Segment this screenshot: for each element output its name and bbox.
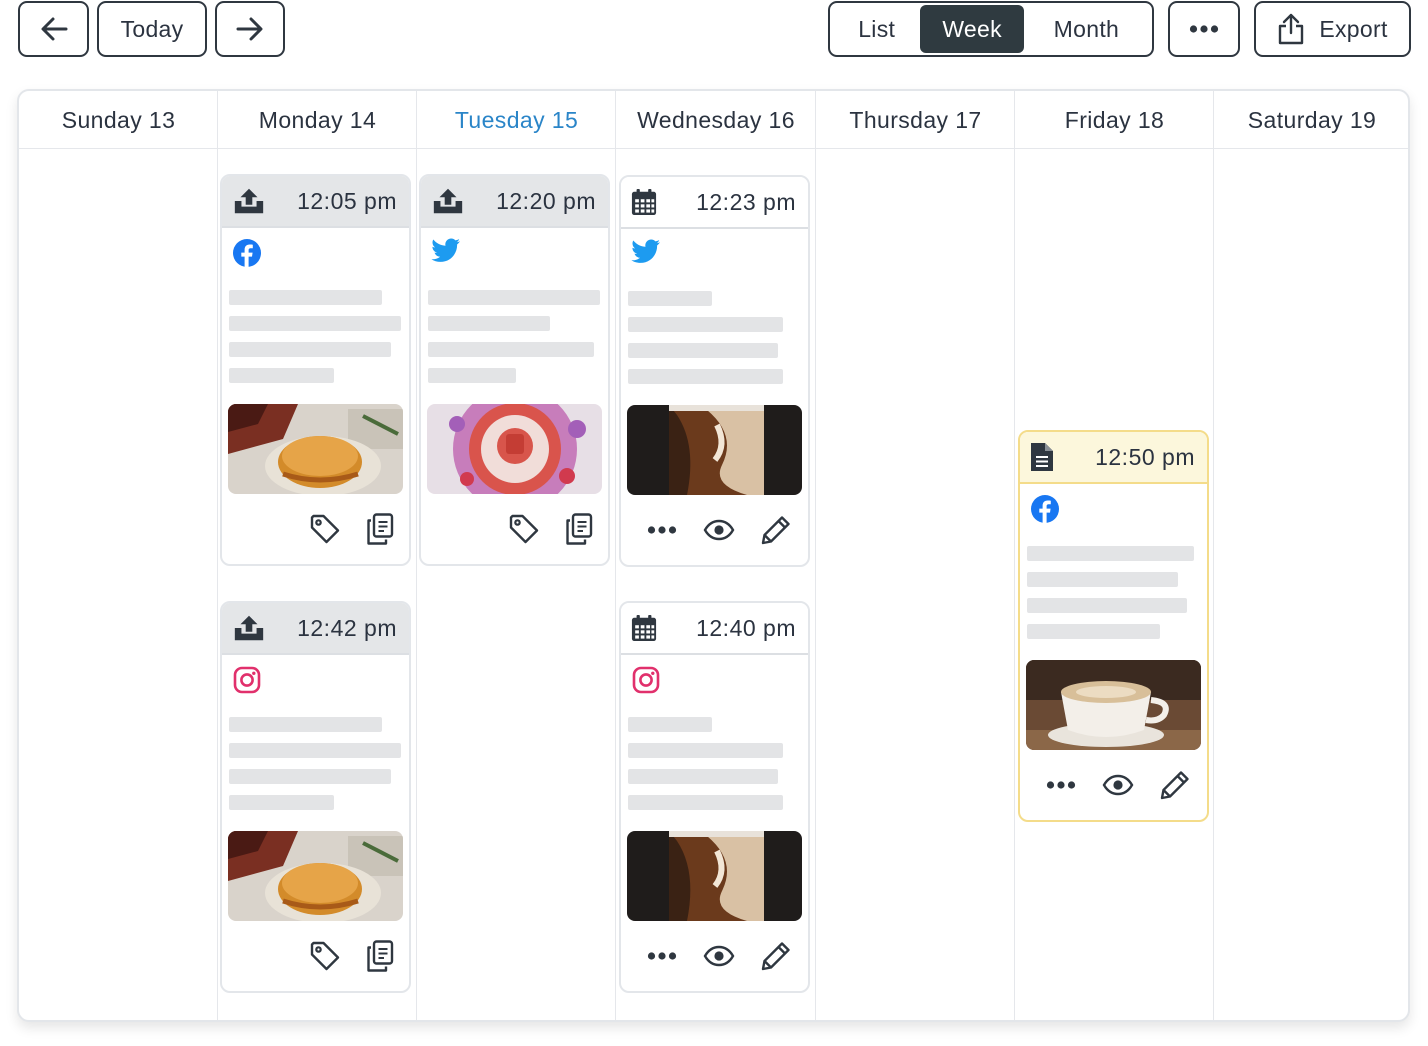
- post-time: 12:42 pm: [297, 614, 397, 641]
- preview-eye-icon[interactable]: [1102, 774, 1134, 796]
- post-image-strawberry-drink: [427, 404, 602, 494]
- post-card-draft[interactable]: 12:50 pm: [1018, 430, 1209, 822]
- post-time: 12:05 pm: [297, 187, 397, 214]
- day-header-friday: Friday 18: [1064, 106, 1165, 133]
- day-header-saturday: Saturday 19: [1247, 106, 1377, 133]
- post-card-header: 12:40 pm: [621, 603, 808, 655]
- arrow-left-icon: [41, 17, 67, 41]
- post-card-header: 12:20 pm: [421, 176, 608, 228]
- post-card-header: 12:42 pm: [222, 603, 409, 655]
- published-upload-icon: [431, 186, 465, 216]
- post-text-placeholder: [1020, 538, 1207, 660]
- tag-icon[interactable]: [309, 513, 341, 545]
- instagram-icon: [232, 665, 262, 695]
- post-card[interactable]: 12:40 pm: [619, 601, 810, 993]
- twitter-icon: [431, 238, 461, 264]
- next-week-button[interactable]: [215, 1, 285, 57]
- post-card[interactable]: 12:42 pm: [220, 601, 411, 993]
- share-upload-icon: [1279, 13, 1304, 45]
- day-column-thursday: [816, 91, 1015, 1020]
- day-header-row: Sunday 13 Monday 14 Tuesday 15 Wednesday…: [19, 91, 1408, 149]
- twitter-icon: [631, 239, 661, 265]
- ellipsis-icon[interactable]: [647, 525, 677, 535]
- edit-pencil-icon[interactable]: [1159, 769, 1191, 801]
- calendar-scheduled-icon: [631, 614, 657, 642]
- view-switcher: List Week Month: [828, 1, 1154, 57]
- tag-icon[interactable]: [508, 513, 540, 545]
- view-week-tab[interactable]: Week: [920, 5, 1024, 53]
- week-calendar: Sunday 13 Monday 14 Tuesday 15 Wednesday…: [17, 89, 1410, 1022]
- duplicate-icon[interactable]: [365, 940, 395, 972]
- tag-icon[interactable]: [309, 940, 341, 972]
- day-header-thursday: Thursday 17: [849, 106, 982, 133]
- day-header-wednesday: Wednesday 16: [637, 106, 795, 133]
- ellipsis-icon[interactable]: [1046, 780, 1076, 790]
- day-column-sunday: [19, 91, 218, 1020]
- instagram-icon: [631, 665, 661, 695]
- post-text-placeholder: [222, 709, 409, 831]
- day-header-monday: Monday 14: [258, 106, 377, 133]
- post-card[interactable]: 12:05 pm: [220, 174, 411, 566]
- post-image-sandwich: [228, 404, 403, 494]
- edit-pencil-icon[interactable]: [760, 940, 792, 972]
- today-label: Today: [120, 15, 184, 42]
- post-image-iced-coffee: [627, 831, 802, 921]
- arrow-right-icon: [236, 17, 263, 41]
- post-card-header: 12:23 pm: [621, 177, 808, 229]
- calendar-scheduled-icon: [631, 188, 657, 216]
- post-time: 12:40 pm: [696, 614, 796, 641]
- ellipsis-icon[interactable]: [647, 951, 677, 961]
- day-header-tuesday-today: Tuesday 15: [454, 106, 579, 133]
- post-text-placeholder: [621, 709, 808, 831]
- post-card[interactable]: 12:23 pm: [619, 175, 810, 567]
- published-upload-icon: [232, 613, 266, 643]
- export-label: Export: [1319, 15, 1388, 42]
- facebook-icon: [232, 238, 262, 268]
- day-header-sunday: Sunday 13: [61, 106, 176, 133]
- post-time: 12:23 pm: [696, 188, 796, 215]
- ellipsis-icon: [1189, 24, 1219, 34]
- post-text-placeholder: [222, 282, 409, 404]
- post-image-latte: [1026, 660, 1201, 750]
- post-text-placeholder: [621, 283, 808, 405]
- edit-pencil-icon[interactable]: [760, 514, 792, 546]
- facebook-icon: [1030, 494, 1060, 524]
- draft-document-icon: [1030, 442, 1054, 472]
- post-text-placeholder: [421, 282, 608, 404]
- post-image-sandwich: [228, 831, 403, 921]
- published-upload-icon: [232, 186, 266, 216]
- more-options-button[interactable]: [1168, 1, 1240, 57]
- preview-eye-icon[interactable]: [703, 519, 735, 541]
- post-time: 12:50 pm: [1095, 443, 1195, 470]
- preview-eye-icon[interactable]: [703, 945, 735, 967]
- post-time: 12:20 pm: [496, 187, 596, 214]
- export-button[interactable]: Export: [1254, 1, 1411, 57]
- duplicate-icon[interactable]: [365, 513, 395, 545]
- post-card-header: 12:50 pm: [1020, 432, 1207, 484]
- post-card-header: 12:05 pm: [222, 176, 409, 228]
- post-image-iced-coffee: [627, 405, 802, 495]
- previous-week-button[interactable]: [18, 1, 89, 57]
- today-button[interactable]: Today: [97, 1, 207, 57]
- view-list-tab[interactable]: List: [833, 5, 920, 53]
- post-card[interactable]: 12:20 pm: [419, 174, 610, 566]
- view-month-tab[interactable]: Month: [1024, 5, 1149, 53]
- duplicate-icon[interactable]: [564, 513, 594, 545]
